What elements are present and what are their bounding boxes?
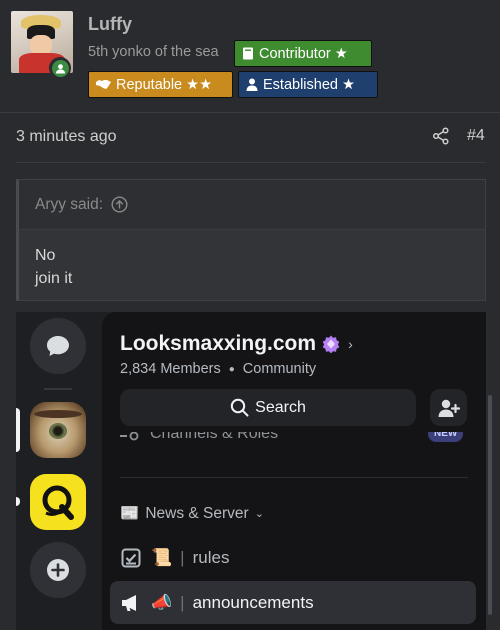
contributor-badge-label: Contributor ★ xyxy=(259,45,348,62)
server-name[interactable]: Looksmaxxing.com › xyxy=(120,332,353,356)
server-icon-q[interactable] xyxy=(30,474,86,530)
member-count: 2,834 Members xyxy=(120,361,221,377)
channel-name: rules xyxy=(192,547,230,567)
server-name-label: Looksmaxxing.com xyxy=(120,332,317,355)
rail-divider xyxy=(44,388,72,390)
add-server-button[interactable] xyxy=(30,542,86,598)
search-label: Search xyxy=(255,398,306,416)
megaphone-icon xyxy=(122,594,136,611)
chat-bubble-icon xyxy=(47,336,69,356)
divider xyxy=(120,477,468,478)
channel-announcements[interactable]: 📣 | announcements xyxy=(110,581,476,624)
messages-button[interactable] xyxy=(30,318,86,374)
active-server-indicator xyxy=(16,408,20,452)
loudspeaker-icon: 📣 xyxy=(151,592,173,612)
handshake-icon xyxy=(96,80,111,89)
post-meta: 3 minutes ago xyxy=(0,112,500,162)
dot-separator: ● xyxy=(228,363,235,375)
quote-line: No xyxy=(35,247,56,264)
quote-block: Aryy said: No join it xyxy=(16,179,486,301)
chevron-right-icon[interactable]: › xyxy=(348,336,353,352)
online-status-icon xyxy=(49,57,71,79)
channels-roles-item[interactable]: Channels & Roles NEW xyxy=(120,432,468,446)
scroll-icon: 📜 xyxy=(151,547,173,567)
user-icon xyxy=(246,78,258,91)
quote-body: No join it xyxy=(19,230,485,290)
share-icon[interactable] xyxy=(432,127,450,145)
book-icon xyxy=(243,47,253,60)
quote-author[interactable]: Aryy said: xyxy=(35,196,103,214)
channel-name: announcements xyxy=(192,592,314,612)
separator: | xyxy=(180,592,185,612)
category-label: News & Server xyxy=(145,504,249,522)
post-timestamp[interactable]: 3 minutes ago xyxy=(16,128,117,146)
channels-roles-label: Channels & Roles xyxy=(150,432,279,442)
divider xyxy=(16,162,486,163)
post-number-link[interactable]: #4 xyxy=(467,127,485,145)
embedded-screenshot: Looksmaxxing.com › 2,834 Members ● Commu… xyxy=(16,312,486,630)
username[interactable]: Luffy xyxy=(88,14,132,35)
post-header: Luffy 5th yonko of the sea Contributor ★… xyxy=(0,0,500,112)
arrow-up-circle-icon[interactable] xyxy=(111,196,128,213)
invite-button[interactable] xyxy=(430,389,467,426)
server-type: Community xyxy=(242,361,317,377)
quote-line: join it xyxy=(35,270,73,287)
chevron-down-icon: ⌄ xyxy=(254,508,264,520)
quote-header[interactable]: Aryy said: xyxy=(19,180,485,230)
scrollbar[interactable] xyxy=(488,395,492,615)
reputable-badge-label: Reputable ★★ xyxy=(116,76,213,93)
list-search-icon xyxy=(120,432,139,441)
search-icon xyxy=(230,398,249,417)
new-badge: NEW xyxy=(428,432,464,442)
contributor-badge: Contributor ★ xyxy=(234,40,372,67)
server-rail xyxy=(16,312,102,630)
established-badge-label: Established ★ xyxy=(263,76,355,93)
reputable-badge: Reputable ★★ xyxy=(88,71,233,98)
category-header[interactable]: 📰 News & Server ⌄ xyxy=(120,504,264,523)
separator: | xyxy=(180,547,185,567)
server-icon-eye[interactable] xyxy=(30,402,86,458)
server-panel: Looksmaxxing.com › 2,834 Members ● Commu… xyxy=(102,312,486,630)
checkbox-icon xyxy=(121,548,141,567)
established-badge: Established ★ xyxy=(238,71,378,98)
channel-rules[interactable]: 📜 | rules xyxy=(110,536,476,579)
plus-icon xyxy=(47,559,69,581)
search-button[interactable]: Search xyxy=(120,389,416,426)
unread-indicator xyxy=(16,497,20,506)
add-member-icon xyxy=(438,399,460,417)
newspaper-icon: 📰 xyxy=(120,505,140,522)
user-title: 5th yonko of the sea xyxy=(88,44,219,60)
boost-badge-icon xyxy=(322,335,340,353)
server-stats: 2,834 Members ● Community xyxy=(120,361,316,377)
